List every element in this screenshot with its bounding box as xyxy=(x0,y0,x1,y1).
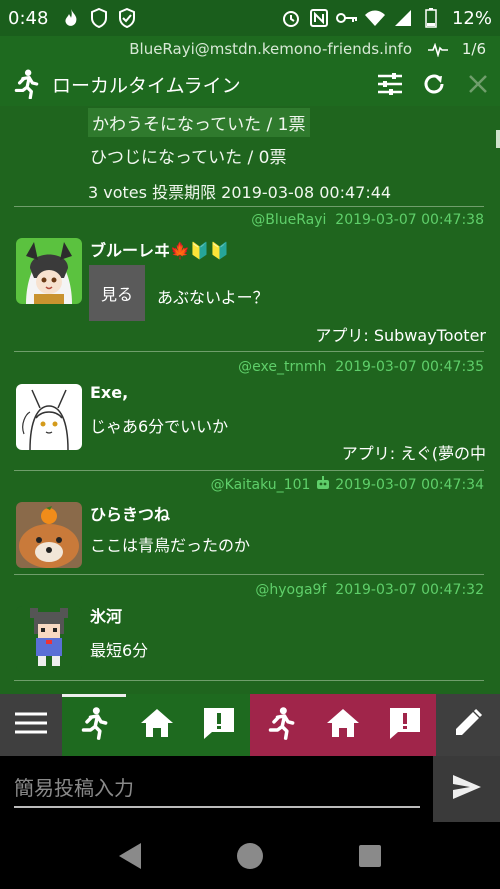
battery-icon xyxy=(420,7,442,29)
post-acct[interactable]: @Kaitaku_101 xyxy=(211,477,311,493)
column-position: 1/6 xyxy=(461,40,486,58)
post-meta: @Kaitaku_101 2019-03-07 00:47:34 xyxy=(211,476,484,495)
post-app: アプリ: えぐ(夢の中 xyxy=(341,444,486,463)
key-icon xyxy=(335,7,358,29)
post-text: ここは青鳥だったのか xyxy=(90,536,251,555)
robot-icon xyxy=(315,476,331,495)
close-icon[interactable] xyxy=(456,64,500,104)
filter-settings-icon[interactable] xyxy=(368,64,412,104)
post-text: あぶないよー？ xyxy=(157,288,269,307)
poll-option[interactable]: かわうそになっていた / 1票 xyxy=(88,108,310,137)
column-tab-bar xyxy=(0,694,500,756)
tab-home[interactable] xyxy=(126,694,188,756)
avatar[interactable] xyxy=(16,502,82,568)
quick-post-bar xyxy=(0,756,500,822)
post-meta: @exe_trnmh 2019-03-07 00:47:35 xyxy=(238,359,484,375)
tab-notifications-2[interactable] xyxy=(374,694,436,756)
send-button[interactable] xyxy=(433,756,500,822)
tab-local-timeline[interactable] xyxy=(62,694,126,756)
post-time: 2019-03-07 00:47:34 xyxy=(335,477,484,493)
run-icon xyxy=(267,706,295,744)
column-title: ローカルタイムライン xyxy=(52,74,241,97)
nfc-icon xyxy=(308,7,330,29)
timeline[interactable]: かわうそになっていた / 1票 ひつじになっていた / 0票 3 votes 投… xyxy=(0,106,500,694)
vpn-shield-icon xyxy=(116,7,138,29)
send-icon xyxy=(452,774,482,804)
wifi-icon xyxy=(364,7,386,29)
column-account: BlueRayi@mstdn.kemono-friends.info xyxy=(129,40,412,58)
back-icon[interactable] xyxy=(114,840,146,872)
status-time: 0:48 xyxy=(8,7,49,29)
run-icon xyxy=(80,706,108,744)
home-icon xyxy=(326,708,360,742)
post-display-name: Exe, xyxy=(90,383,129,402)
edit-icon xyxy=(453,708,483,742)
signal-icon xyxy=(392,7,414,29)
post-text: 最短6分 xyxy=(90,641,149,660)
battery-level: 12% xyxy=(451,7,492,29)
divider xyxy=(14,351,484,352)
menu-icon xyxy=(15,711,47,739)
divider xyxy=(14,574,484,575)
post-time: 2019-03-07 00:47:38 xyxy=(335,212,484,228)
post-acct[interactable]: @exe_trnmh xyxy=(238,359,326,375)
post-app: アプリ: SubwayTooter xyxy=(315,326,486,345)
tab-home-2[interactable] xyxy=(312,694,374,756)
poll-summary: 3 votes 投票期限 2019-03-08 00:47:44 xyxy=(88,183,392,202)
selected-tab-indicator xyxy=(62,694,126,697)
avatar[interactable] xyxy=(16,606,82,672)
post-time: 2019-03-07 00:47:32 xyxy=(335,582,484,598)
avatar[interactable] xyxy=(16,238,82,304)
column-header: BlueRayi@mstdn.kemono-friends.info 1/6 ロ… xyxy=(0,36,500,106)
tab-local-timeline-2[interactable] xyxy=(250,694,312,756)
post-acct[interactable]: @hyoga9f xyxy=(255,582,326,598)
divider xyxy=(14,206,484,207)
poll-option[interactable]: ひつじになっていた / 0票 xyxy=(90,143,287,168)
divider xyxy=(14,680,484,681)
scrollbar[interactable] xyxy=(496,130,500,148)
post-display-name: 氷河 xyxy=(90,607,123,626)
post-time: 2019-03-07 00:47:35 xyxy=(335,359,484,375)
quick-post-input[interactable] xyxy=(14,770,420,808)
post-display-name: ブルーレヰ🍁🔰🔰 xyxy=(90,241,230,260)
notification-icon xyxy=(388,706,422,744)
alarm-icon xyxy=(280,7,302,29)
run-icon xyxy=(0,69,52,99)
post-display-name: ひらきつね xyxy=(90,505,171,524)
recents-icon[interactable] xyxy=(354,840,386,872)
avatar[interactable] xyxy=(16,384,82,450)
post-meta: @BlueRayi 2019-03-07 00:47:38 xyxy=(251,212,484,228)
post-acct[interactable]: @BlueRayi xyxy=(251,212,326,228)
compose-button[interactable] xyxy=(436,694,500,756)
tab-notifications[interactable] xyxy=(188,694,250,756)
status-bar: 0:48 12% xyxy=(0,0,500,36)
navigation-bar xyxy=(0,822,500,889)
shield-icon xyxy=(88,7,110,29)
home-circle-icon[interactable] xyxy=(234,840,266,872)
post-text: じゃあ6分でいいか xyxy=(90,417,229,436)
notification-icon xyxy=(202,706,236,744)
flame-icon xyxy=(60,7,82,29)
post-meta: @hyoga9f 2019-03-07 00:47:32 xyxy=(255,582,484,598)
menu-button[interactable] xyxy=(0,694,62,756)
refresh-icon[interactable] xyxy=(412,64,456,104)
pulse-icon xyxy=(428,42,448,61)
home-icon xyxy=(140,708,174,742)
divider xyxy=(14,470,484,471)
show-content-button[interactable]: 見る xyxy=(89,265,145,321)
